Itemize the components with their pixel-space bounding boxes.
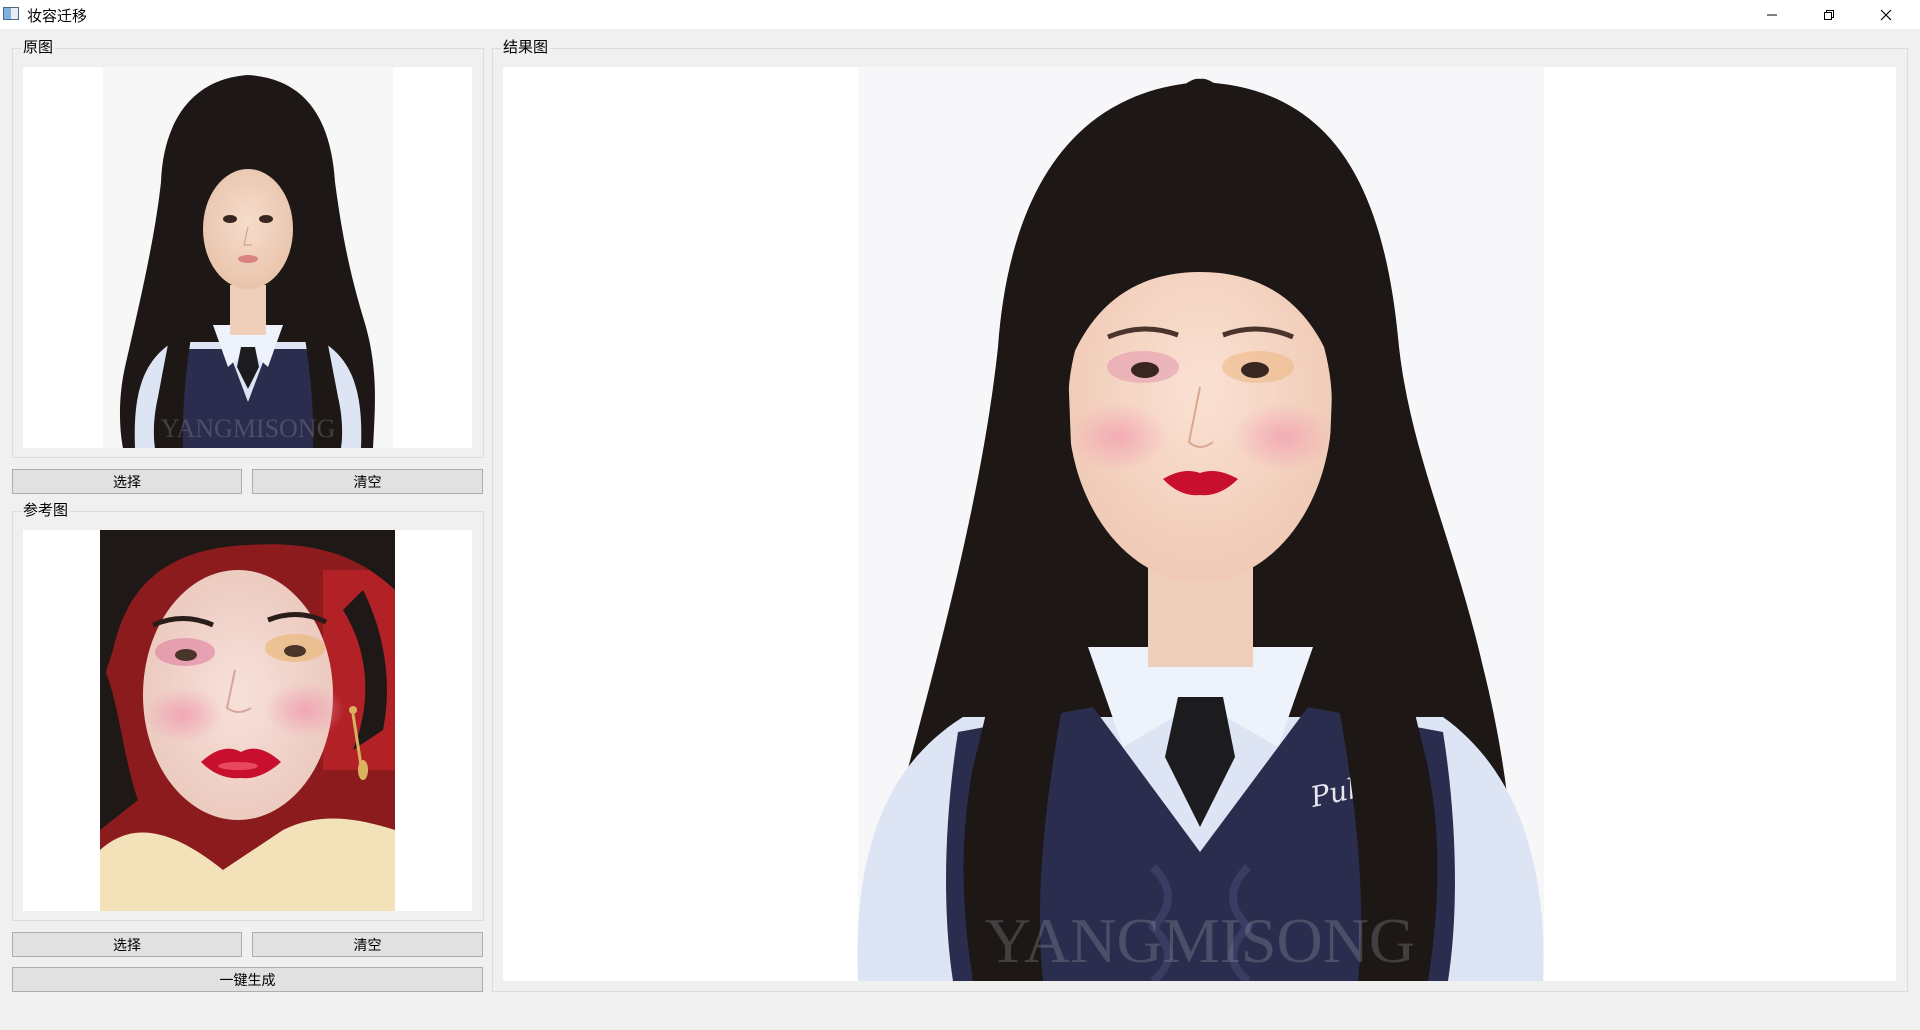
minimize-icon [1766,14,1777,15]
title-bar: 妆容迁移 [0,0,1920,29]
result-image-group: 结果图 Puki YANGMISONG [492,38,1908,992]
source-select-button[interactable]: 选择 [12,469,242,494]
reference-clear-button[interactable]: 清空 [252,932,483,957]
window-title: 妆容迁移 [27,7,88,25]
reference-image-view [23,530,472,911]
reference-group-title: 参考图 [21,501,71,519]
source-watermark: YANGMISONG [161,414,336,443]
source-clear-button[interactable]: 清空 [252,469,483,494]
minimize-button[interactable] [1743,0,1800,29]
result-portrait-image: Puki YANGMISONG [503,67,1896,981]
close-icon [1880,9,1891,20]
restore-icon [1823,9,1834,20]
generate-button[interactable]: 一键生成 [12,967,483,992]
result-image-view: Puki YANGMISONG [503,67,1896,981]
source-portrait-image: YANGMISONG [23,67,472,448]
restore-button[interactable] [1800,0,1857,29]
result-group-title: 结果图 [501,38,551,56]
reference-image-group: 参考图 [12,501,484,921]
app-icon [3,7,19,20]
source-group-title: 原图 [21,38,56,56]
source-image-view: YANGMISONG [23,67,472,448]
result-watermark: YANGMISONG [985,905,1415,976]
reference-portrait-image [23,530,472,911]
close-button[interactable] [1857,0,1914,29]
source-image-group: 原图 YANGMISONG [12,38,484,458]
reference-select-button[interactable]: 选择 [12,932,242,957]
